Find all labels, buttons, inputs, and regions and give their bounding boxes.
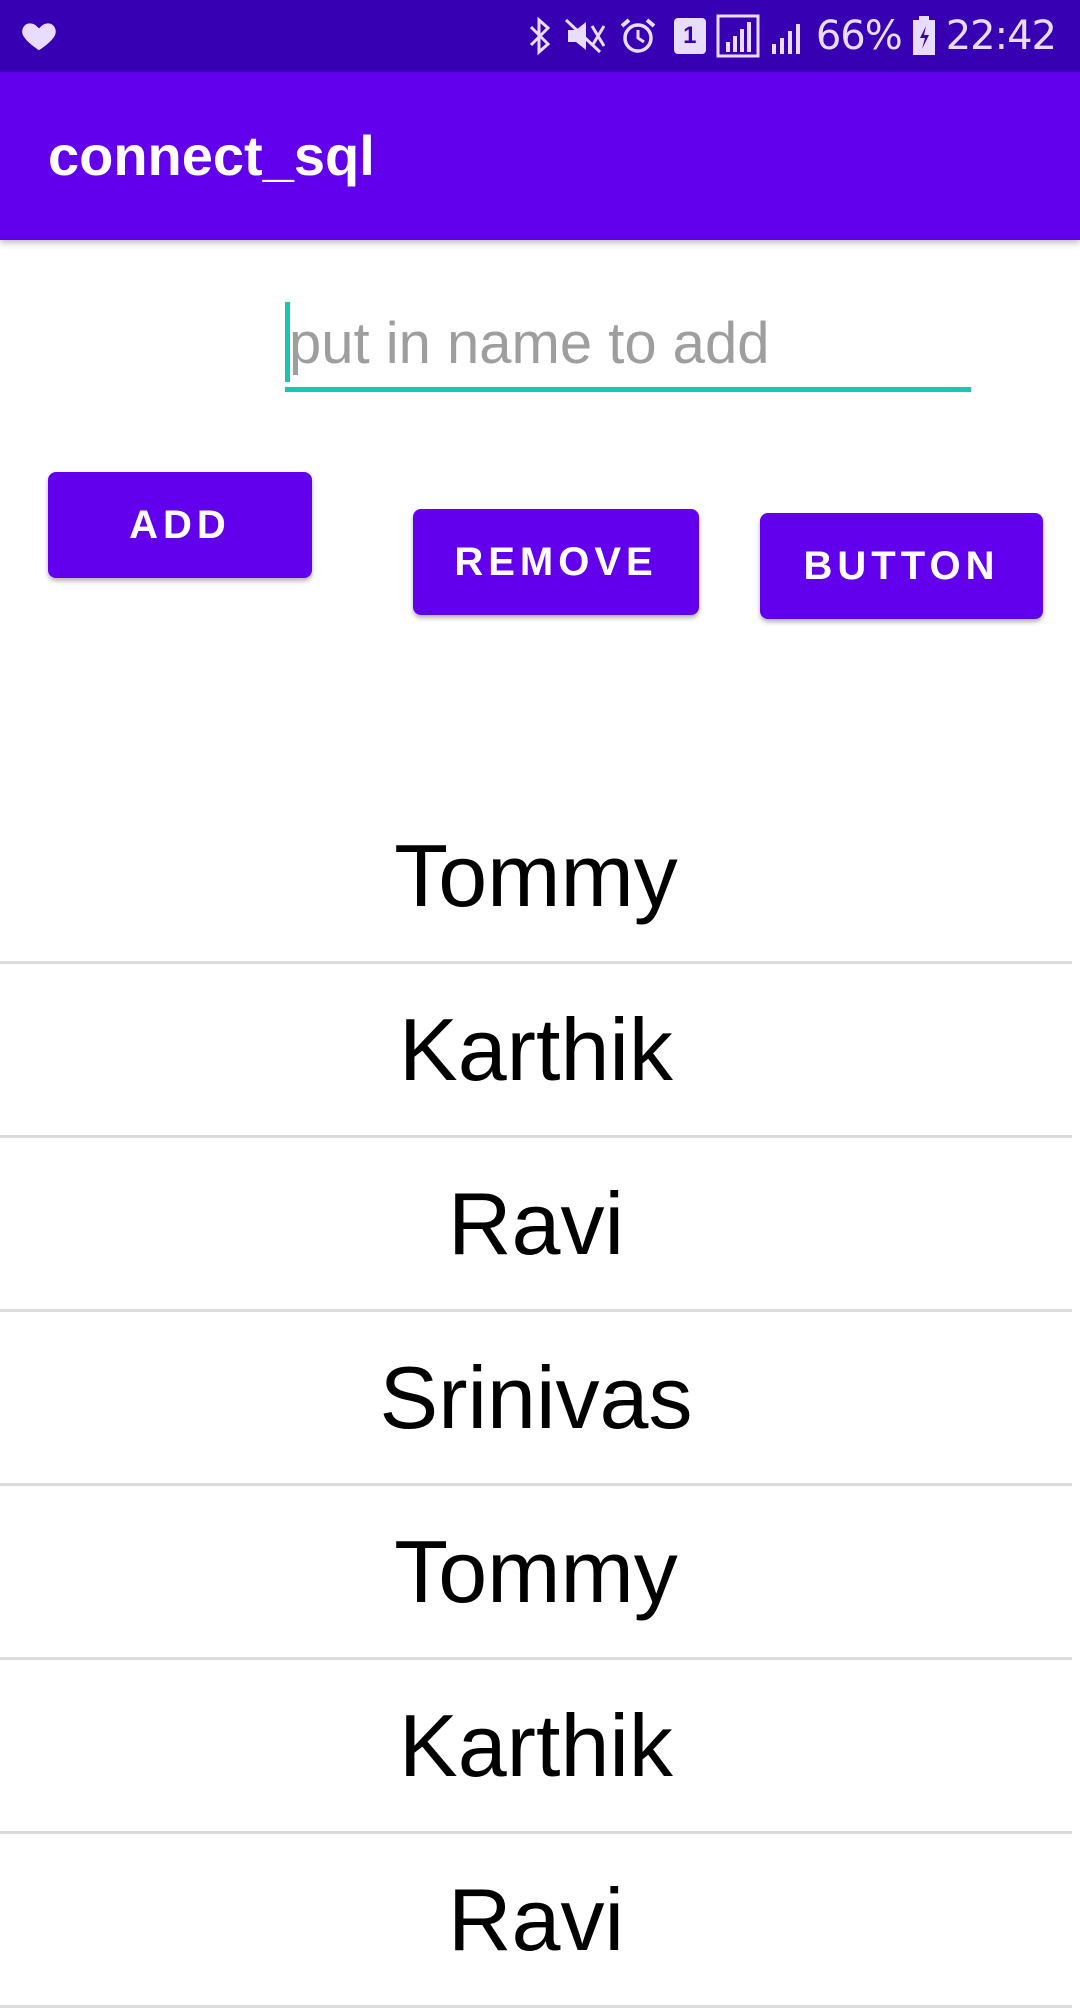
generic-button[interactable]: BUTTON	[760, 513, 1043, 619]
text-cursor	[285, 302, 290, 382]
names-list[interactable]: Tommy Karthik Ravi Srinivas Tommy Karthi…	[0, 790, 1072, 2008]
clock: 22:42	[945, 13, 1057, 59]
signal-icon-2	[771, 24, 800, 54]
add-button[interactable]: ADD	[48, 472, 312, 578]
status-icons: 1 66% 22:42	[526, 0, 1057, 72]
app-title: connect_sql	[48, 124, 375, 187]
app-bar: connect_sql	[0, 72, 1080, 240]
battery-icon	[912, 16, 935, 55]
list-item[interactable]: Karthik	[0, 964, 1072, 1138]
status-bar: 1 66% 22:42	[0, 0, 1080, 72]
list-item[interactable]: Tommy	[0, 1486, 1072, 1660]
list-item[interactable]: Ravi	[0, 1138, 1072, 1312]
list-item[interactable]: Karthik	[0, 1660, 1072, 1834]
heart-icon	[22, 23, 56, 51]
remove-button[interactable]: REMOVE	[413, 509, 699, 615]
alarm-icon	[620, 18, 656, 53]
battery-percent: 66%	[815, 13, 903, 59]
signal-icon	[716, 14, 760, 58]
bluetooth-icon	[529, 16, 550, 56]
list-item[interactable]: Tommy	[0, 790, 1072, 964]
mute-icon	[564, 18, 606, 54]
sim-badge: 1	[683, 22, 697, 49]
sim-icon: 1	[673, 18, 706, 54]
list-item[interactable]: Srinivas	[0, 1312, 1072, 1486]
list-item[interactable]: Ravi	[0, 1834, 1072, 2008]
name-input[interactable]	[285, 300, 971, 392]
